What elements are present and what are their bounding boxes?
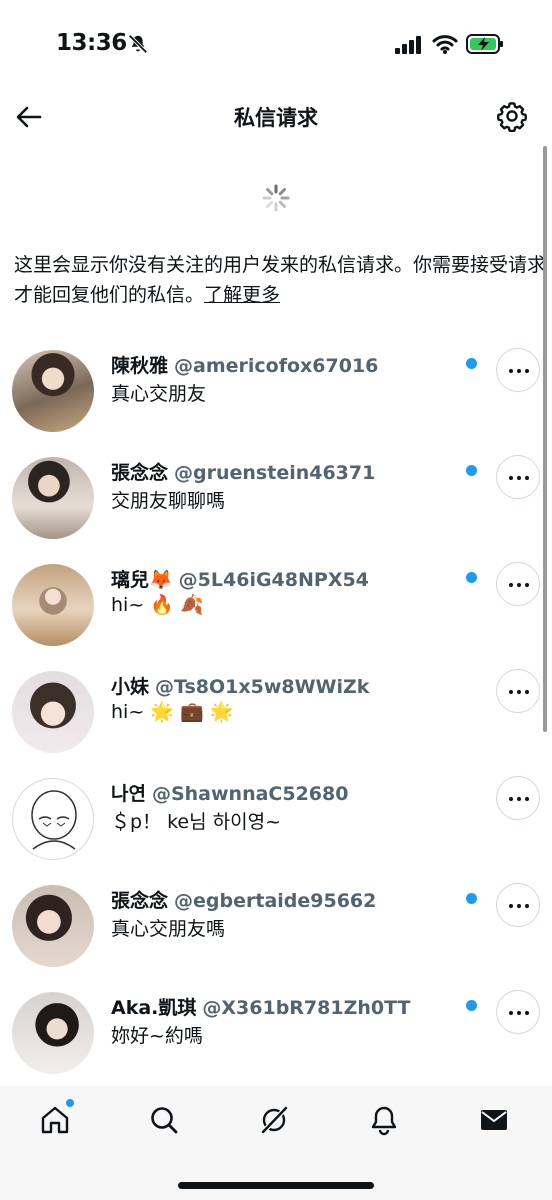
message-request-item[interactable]: 小妹 @Ts8O1x5w8WWiZk hi~ 🌟 💼 🌟 bbox=[0, 663, 552, 770]
avatar[interactable] bbox=[12, 885, 94, 967]
message-request-item[interactable]: 張念念 @egbertaide95662 真心交朋友嗎 bbox=[0, 877, 552, 984]
search-icon[interactable] bbox=[147, 1103, 181, 1137]
learn-more-link[interactable]: 了解更多 bbox=[204, 284, 280, 306]
message-request-item[interactable]: 張念念 @gruenstein46371 交朋友聊聊嗎 bbox=[0, 449, 552, 556]
battery-charging-icon bbox=[466, 34, 503, 54]
sender-name: 張念念 bbox=[111, 890, 169, 912]
more-options-button[interactable] bbox=[496, 883, 540, 927]
page-title: 私信请求 bbox=[234, 106, 318, 130]
message-preview: 真心交朋友 bbox=[111, 383, 207, 405]
message-request-item[interactable]: 璃兒🦊 @5L46iG48NPX54 hi~ 🔥 🍂 bbox=[0, 556, 552, 663]
sender-name: 張念念 bbox=[111, 462, 169, 484]
status-bar: 13:36 bbox=[0, 0, 552, 92]
sender-handle: @ShawnnaC52680 bbox=[151, 783, 349, 805]
notifications-icon[interactable] bbox=[367, 1103, 401, 1137]
sender-name: 나연 bbox=[111, 783, 146, 805]
home-indicator[interactable] bbox=[178, 1182, 374, 1189]
unread-indicator bbox=[466, 893, 477, 904]
avatar[interactable] bbox=[12, 457, 94, 539]
bell-muted-icon bbox=[128, 34, 148, 54]
sender-handle: @X361bR781Zh0TT bbox=[202, 997, 411, 1019]
sender-name: 璃兒🦊 bbox=[111, 569, 173, 591]
gear-icon[interactable] bbox=[496, 100, 528, 132]
avatar[interactable] bbox=[12, 671, 94, 753]
more-options-button[interactable] bbox=[496, 348, 540, 392]
message-preview: hi~ 🔥 🍂 bbox=[111, 594, 204, 616]
more-options-button[interactable] bbox=[496, 990, 540, 1034]
avatar[interactable] bbox=[12, 992, 94, 1074]
sender-name: 小妹 bbox=[111, 676, 150, 698]
sender-handle: @5L46iG48NPX54 bbox=[178, 569, 369, 591]
home-notification-dot bbox=[66, 1099, 74, 1107]
top-nav: 私信请求 bbox=[0, 92, 552, 142]
message-request-item[interactable]: 陳秋雅 @americofox67016 真心交朋友 bbox=[0, 342, 552, 449]
unread-indicator bbox=[466, 572, 477, 583]
sender-name: Aka.凱琪 bbox=[111, 997, 197, 1019]
message-request-list: 陳秋雅 @americofox67016 真心交朋友 張念念 @gruenstein… bbox=[0, 342, 552, 1091]
wifi-icon bbox=[432, 35, 458, 54]
status-time: 13:36 bbox=[56, 30, 127, 56]
avatar[interactable] bbox=[12, 778, 94, 860]
message-preview: 交朋友聊聊嗎 bbox=[111, 490, 226, 512]
unread-indicator bbox=[466, 465, 477, 476]
sender-handle: @gruenstein46371 bbox=[174, 462, 376, 484]
message-preview: 真心交朋友嗎 bbox=[111, 918, 226, 940]
message-preview: 妳好~約嗎 bbox=[111, 1025, 203, 1047]
unread-indicator bbox=[466, 358, 477, 369]
sender-name: 陳秋雅 bbox=[111, 355, 169, 377]
more-options-button[interactable] bbox=[496, 562, 540, 606]
home-icon[interactable] bbox=[38, 1103, 72, 1137]
sender-handle: @americofox67016 bbox=[174, 355, 379, 377]
sketch-avatar-icon bbox=[31, 790, 77, 850]
cellular-signal-icon bbox=[395, 36, 421, 54]
message-request-item[interactable]: Aka.凱琪 @X361bR781Zh0TT 妳好~約嗎 bbox=[0, 984, 552, 1091]
requests-info: 这里会显示你没有关注的用户发来的私信请求。你需要接受请求才能回复他们的私信。了解… bbox=[14, 250, 546, 310]
avatar[interactable] bbox=[12, 564, 94, 646]
messages-icon[interactable] bbox=[477, 1103, 511, 1137]
unread-indicator bbox=[466, 1000, 477, 1011]
more-options-button[interactable] bbox=[496, 776, 540, 820]
more-options-button[interactable] bbox=[496, 669, 540, 713]
message-preview: ＄p！ ke님 하이영~ bbox=[111, 811, 281, 833]
message-request-item[interactable]: 나연 @ShawnnaC52680 ＄p！ ke님 하이영~ bbox=[0, 770, 552, 877]
more-options-button[interactable] bbox=[496, 455, 540, 499]
loading-spinner-icon bbox=[262, 184, 290, 212]
message-preview: hi~ 🌟 💼 🌟 bbox=[111, 701, 234, 723]
sender-handle: @egbertaide95662 bbox=[174, 890, 377, 912]
avatar[interactable] bbox=[12, 350, 94, 432]
grok-icon[interactable] bbox=[257, 1103, 291, 1137]
sender-handle: @Ts8O1x5w8WWiZk bbox=[155, 676, 370, 698]
